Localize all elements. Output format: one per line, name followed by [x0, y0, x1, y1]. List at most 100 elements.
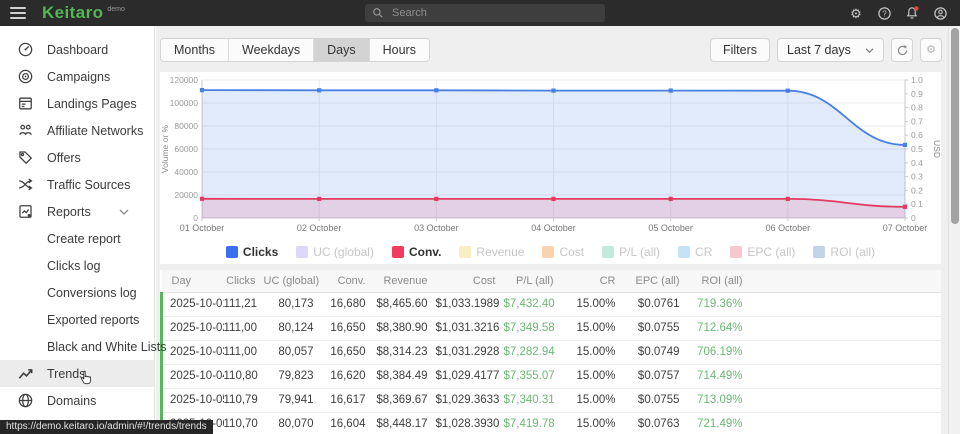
table-row[interactable]: 2025-10-04110,8079,82316,620$8,384.49$1,… — [162, 365, 942, 389]
cell-conv: 16,604 — [322, 413, 374, 434]
svg-text:0.9: 0.9 — [911, 89, 923, 99]
sidebar-item-landings-pages[interactable]: Landings Pages — [0, 90, 154, 117]
filters-button[interactable]: Filters — [710, 38, 770, 62]
legend-item-uc-global[interactable]: UC (global) — [296, 245, 374, 259]
legend-swatch — [459, 246, 471, 258]
table-row[interactable]: 2025-10-03111,0080,05716,650$8,314.23$1,… — [162, 341, 942, 365]
svg-text:40000: 40000 — [174, 167, 198, 177]
sidebar-item-clicks-log[interactable]: Clicks log — [0, 252, 154, 279]
point-clicks — [786, 89, 790, 93]
cell-conv: 16,650 — [322, 317, 374, 341]
legend-item-cr[interactable]: CR — [678, 245, 712, 259]
svg-text:06 October: 06 October — [766, 223, 811, 233]
point-conv — [551, 197, 555, 201]
column-header-clicks[interactable]: Clicks — [224, 270, 264, 293]
column-header-day[interactable]: Day — [162, 270, 224, 293]
cell-filler — [751, 341, 942, 365]
svg-text:0.3: 0.3 — [911, 172, 923, 182]
point-conv — [317, 197, 321, 201]
tab-months[interactable]: Months — [161, 39, 229, 61]
account-icon[interactable] — [932, 5, 948, 21]
legend-swatch — [813, 246, 825, 258]
page-scrollbar[interactable] — [948, 26, 960, 434]
column-header-p-l-all[interactable]: P/L (all) — [504, 270, 562, 293]
legend-item-roi-all[interactable]: ROI (all) — [813, 245, 875, 259]
cell-p-l-all: $7,349.58 — [504, 317, 562, 341]
sidebar-item-create-report[interactable]: Create report — [0, 225, 154, 252]
report-settings-button[interactable]: ⚙ — [920, 38, 942, 62]
point-conv — [434, 197, 438, 201]
sidebar-item-offers[interactable]: Offers — [0, 144, 154, 171]
legend-item-revenue[interactable]: Revenue — [459, 245, 524, 259]
svg-text:100000: 100000 — [170, 98, 199, 108]
sidebar-item-exported-reports[interactable]: Exported reports — [0, 306, 154, 333]
tab-days[interactable]: Days — [314, 39, 369, 61]
cell-cost: $1,029.4177 — [436, 365, 504, 389]
cell-roi-all: 721.49% — [688, 413, 751, 434]
cell-uc-global: 80,070 — [264, 413, 322, 434]
sidebar-item-affiliate-networks[interactable]: Affiliate Networks — [0, 117, 154, 144]
legend-item-p-l-all[interactable]: P/L (all) — [602, 245, 660, 259]
table-row[interactable]: 2025-10-01111,2180,17316,680$8,465.60$1,… — [162, 293, 942, 317]
tab-hours[interactable]: Hours — [370, 39, 429, 61]
area-conv — [202, 199, 905, 218]
table-row[interactable]: 2025-10-06110,7080,07016,604$8,448.17$1,… — [162, 413, 942, 434]
table-row[interactable]: 2025-10-02111,0080,12416,650$8,380.90$1,… — [162, 317, 942, 341]
app-logo[interactable]: Keitaro — [42, 3, 103, 23]
column-header-cost[interactable]: Cost — [436, 270, 504, 293]
point-clicks — [200, 88, 204, 92]
column-header-conv[interactable]: Conv. — [322, 270, 374, 293]
column-header-cr[interactable]: CR — [562, 270, 624, 293]
svg-text:02 October: 02 October — [297, 223, 342, 233]
gear-icon[interactable]: ⚙ — [848, 5, 864, 21]
point-clicks — [551, 89, 555, 93]
sidebar-item-dashboard[interactable]: Dashboard — [0, 36, 154, 63]
settings-icon: ⚙ — [926, 44, 936, 57]
tab-weekdays[interactable]: Weekdays — [229, 39, 314, 61]
column-header-roi-all[interactable]: ROI (all) — [688, 270, 751, 293]
bell-icon[interactable] — [904, 5, 920, 21]
legend-item-clicks[interactable]: Clicks — [226, 245, 278, 259]
column-header-revenue[interactable]: Revenue — [374, 270, 436, 293]
landings-icon — [17, 95, 34, 112]
svg-text:05 October: 05 October — [648, 223, 693, 233]
cell-conv: 16,620 — [322, 365, 374, 389]
sidebar-item-label: Exported reports — [47, 313, 139, 327]
cell-clicks: 110,70 — [224, 413, 264, 434]
svg-text:0: 0 — [911, 213, 916, 223]
sidebar-item-traffic-sources[interactable]: Traffic Sources — [0, 171, 154, 198]
legend-item-epc-all[interactable]: EPC (all) — [730, 245, 795, 259]
table-row[interactable]: 2025-10-05110,7979,94116,617$8,369.67$1,… — [162, 389, 942, 413]
dashboard-icon — [17, 41, 34, 58]
refresh-button[interactable] — [891, 38, 913, 62]
column-header-epc-all[interactable]: EPC (all) — [624, 270, 688, 293]
search-box[interactable] — [365, 4, 605, 22]
legend-item-conv[interactable]: Conv. — [392, 245, 441, 259]
trend-chart[interactable]: 02000040000600008000010000012000000.10.2… — [160, 72, 941, 240]
column-header-uc-global[interactable]: UC (global) — [264, 270, 322, 293]
sidebar-item-label: Clicks log — [47, 259, 101, 273]
sidebar-item-black-and-white-lists[interactable]: Black and White Lists — [0, 333, 154, 360]
sidebar-item-domains[interactable]: Domains — [0, 387, 154, 414]
table-card: DayClicksUC (global)Conv.RevenueCostP/L … — [160, 270, 941, 434]
cell-revenue: $8,465.60 — [374, 293, 436, 317]
sidebar-item-trends[interactable]: Trends — [0, 360, 154, 387]
date-range-select[interactable]: Last 7 days — [777, 38, 884, 62]
sidebar-item-campaigns[interactable]: Campaigns — [0, 63, 154, 90]
search-input[interactable] — [390, 6, 598, 20]
legend-label: CR — [695, 245, 712, 259]
cell-cr: 15.00% — [562, 365, 624, 389]
cell-roi-all: 714.49% — [688, 365, 751, 389]
sidebar-item-conversions-log[interactable]: Conversions log — [0, 279, 154, 306]
scrollbar-thumb[interactable] — [951, 28, 959, 224]
hamburger-icon[interactable] — [10, 7, 26, 19]
legend-item-cost[interactable]: Cost — [542, 245, 584, 259]
legend-swatch — [392, 246, 404, 258]
help-icon[interactable]: ? — [876, 5, 892, 21]
cell-clicks: 110,80 — [224, 365, 264, 389]
svg-text:1.0: 1.0 — [911, 75, 923, 85]
sidebar-item-reports[interactable]: Reports — [0, 198, 154, 225]
legend-swatch — [678, 246, 690, 258]
sidebar-item-label: Dashboard — [47, 43, 108, 57]
offers-icon — [17, 149, 34, 166]
